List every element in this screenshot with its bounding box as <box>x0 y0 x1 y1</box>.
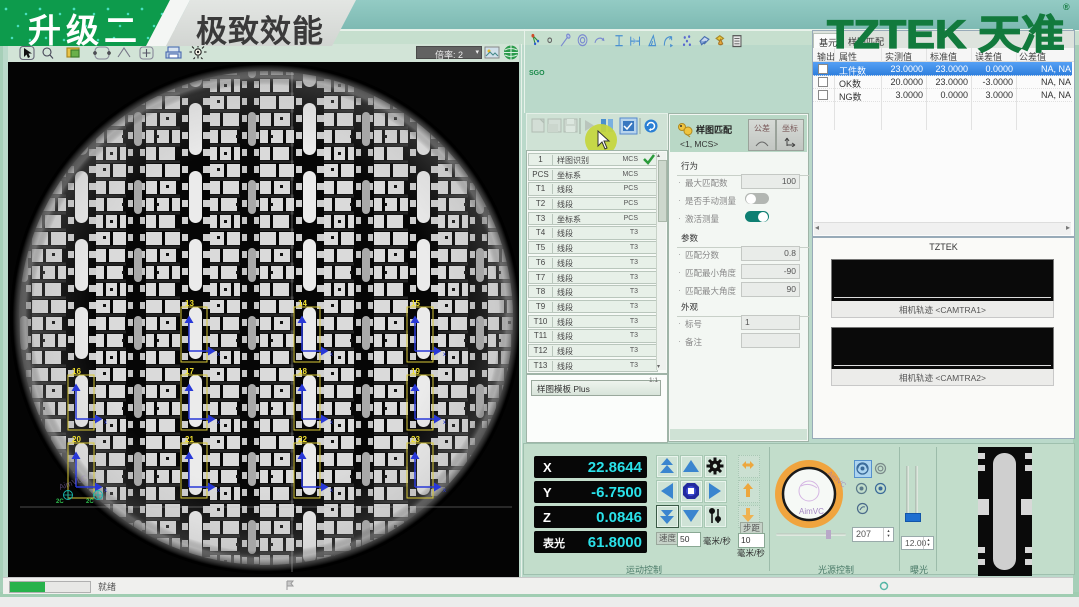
svg-text:2C: 2C <box>86 499 94 505</box>
svg-text:x: x <box>330 352 333 358</box>
svg-text:x: x <box>217 420 220 426</box>
svg-text:20: 20 <box>72 435 81 444</box>
svg-text:19: 19 <box>411 367 420 376</box>
svg-text:x: x <box>104 488 107 494</box>
svg-text:14: 14 <box>298 299 307 308</box>
svg-text:x: x <box>330 488 333 494</box>
svg-text:2C: 2C <box>56 499 64 505</box>
svg-text:x: x <box>443 352 446 358</box>
svg-text:x: x <box>443 420 446 426</box>
svg-text:21: 21 <box>185 435 194 444</box>
svg-text:x: x <box>217 488 220 494</box>
svg-text:13: 13 <box>185 299 194 308</box>
svg-text:15: 15 <box>411 299 420 308</box>
svg-text:16: 16 <box>72 367 81 376</box>
svg-text:18: 18 <box>298 367 307 376</box>
svg-text:22: 22 <box>298 435 307 444</box>
svg-text:x: x <box>443 488 446 494</box>
svg-text:23: 23 <box>411 435 420 444</box>
svg-text:AimVC: AimVC <box>799 507 824 516</box>
svg-text:x: x <box>330 420 333 426</box>
svg-text:17: 17 <box>185 367 194 376</box>
svg-text:x: x <box>217 352 220 358</box>
svg-text:x: x <box>104 420 107 426</box>
